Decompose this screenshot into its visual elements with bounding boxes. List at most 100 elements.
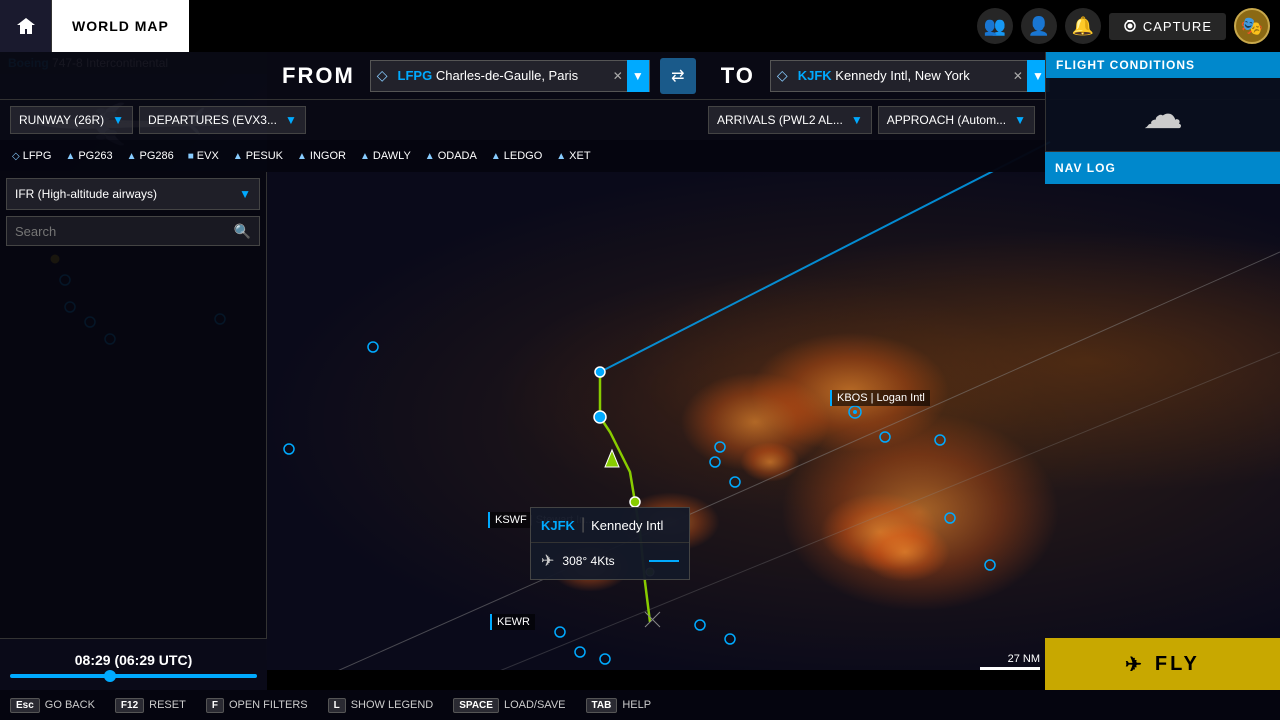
search-input[interactable] [15,224,234,239]
hotkeys-bar: Esc GO BACK F12RESET F OPEN FILTERS L SHOW LEG… [0,690,1280,720]
time-display: 08:29 (06:29 UTC) [10,652,257,668]
hotkey-key: Esc [10,698,40,713]
users-icon-button[interactable]: 👥 [977,8,1013,44]
hotkey-label: HELP [622,699,651,711]
swap-airports-button[interactable]: ⇄ [660,58,696,94]
time-slider[interactable] [10,674,257,678]
approach-select[interactable]: APPROACH (Autom... ▼ [878,106,1035,134]
left-panel: IFR (High-altitude airways) ▼ 🔍 [0,172,267,660]
hotkey-item: F12RESET [115,698,186,713]
cloud-icon: ☁ [1143,92,1183,138]
topbar: WORLD MAP 👥 👤 🔔 CAPTURE 🎭 [0,0,1280,52]
nm-bar [980,667,1040,670]
nav-log-panel[interactable]: NAV LOG [1045,152,1280,184]
capture-button[interactable]: CAPTURE [1109,13,1226,40]
airway-dropdown-icon: ▼ [239,187,251,201]
flight-conditions-content: ☁ [1046,78,1280,151]
nm-label: 27 NM [1008,653,1040,665]
user-icon-button[interactable]: 👤 [1021,8,1057,44]
to-label: TO [706,63,770,89]
hotkey-label: RESET [149,699,186,711]
waypoint-icon: ▲ [65,151,75,162]
waypoint-icon: ▲ [360,151,370,162]
hotkey-label: OPEN FILTERS [229,699,308,711]
waypoint-label: PG263 [78,150,112,162]
waypoint-item[interactable]: ▲XET [550,148,596,164]
from-dropdown-button[interactable]: ▼ [627,60,649,92]
nm-scale: 27 NM [980,653,1040,670]
hotkey-item: SPACE LOAD/SAVE [453,698,565,713]
popup-icao: KJFK [541,518,575,533]
time-bar: 08:29 (06:29 UTC) [0,638,267,690]
avatar[interactable]: 🎭 [1234,8,1270,44]
waypoint-icon: ▲ [297,151,307,162]
kbos-label: KBOS | Logan Intl [830,390,930,406]
hotkey-key: F [206,698,224,713]
waypoint-item[interactable]: ▲INGOR [291,148,352,164]
waypoint-label: LEDGO [504,150,543,162]
time-handle[interactable] [104,670,116,682]
hotkey-label: GO BACK [45,699,95,711]
from-waypoint-icon: ◇ [371,67,394,84]
waypoint-item[interactable]: ◇LFPG [6,148,57,164]
hotkey-key: SPACE [453,698,499,713]
waypoint-icon: ▲ [233,151,243,162]
waypoint-item[interactable]: ▲PG286 [121,148,180,164]
waypoint-label: PESUK [246,150,283,162]
flight-conditions-title: FLIGHT CONDITIONS [1046,52,1280,78]
hotkey-key: TAB [586,698,618,713]
waypoint-label: XET [569,150,590,162]
arrivals-dropdown-icon: ▼ [851,113,863,127]
popup-name: Kennedy Intl [591,518,663,533]
arrivals-select[interactable]: ARRIVALS (PWL2 AL... ▼ [708,106,872,134]
search-box: 🔍 [6,216,260,246]
waypoint-label: PG286 [140,150,174,162]
popup-wind: ✈ 308° 4Kts [531,543,689,579]
fly-button[interactable]: ✈ FLY [1045,638,1280,690]
waypoint-icon: ■ [188,151,194,162]
waypoint-icon: ◇ [12,151,20,162]
hotkey-key: L [328,698,346,713]
hotkey-item: Esc GO BACK [10,698,95,713]
from-airport-field[interactable]: ◇ LFPG Charles-de-Gaulle, Paris ✕ ▼ [370,60,650,92]
to-clear-button[interactable]: ✕ [1009,69,1027,83]
popup-header: KJFK | Kennedy Intl [531,508,689,543]
waypoint-item[interactable]: ▲DAWLY [354,148,417,164]
runway-select[interactable]: RUNWAY (26R) ▼ [10,106,133,134]
bell-icon-button[interactable]: 🔔 [1065,8,1101,44]
waypoint-label: LFPG [23,150,52,162]
waypoint-label: DAWLY [373,150,411,162]
to-airport-field[interactable]: ◇ KJFK Kennedy Intl, New York ✕ ▼ [770,60,1050,92]
waypoint-label: EVX [197,150,219,162]
waypoint-item[interactable]: ■EVX [182,148,225,164]
waypoint-icon: ▲ [425,151,435,162]
from-clear-button[interactable]: ✕ [609,69,627,83]
airport-popup: KJFK | Kennedy Intl ✈ 308° 4Kts [530,507,690,580]
waypoint-item[interactable]: ▲PG263 [59,148,118,164]
hotkey-label: SHOW LEGEND [351,699,434,711]
waypoint-label: ODADA [438,150,477,162]
to-airport-text: KJFK Kennedy Intl, New York [794,68,1009,83]
hotkey-label: LOAD/SAVE [504,699,566,711]
camera-icon [1123,19,1137,33]
hotkey-item: F OPEN FILTERS [206,698,308,713]
waypoint-icon: ▲ [127,151,137,162]
waypoint-item[interactable]: ▲LEDGO [485,148,548,164]
approach-dropdown-icon: ▼ [1014,113,1026,127]
runway-dropdown-icon: ▼ [112,113,124,127]
waypoint-icon: ▲ [491,151,501,162]
topbar-right: 👥 👤 🔔 CAPTURE 🎭 [977,8,1280,44]
waypoints-bar: ◇LFPG▲PG263▲PG286■EVX▲PESUK▲INGOR▲DAWLY▲… [0,140,1045,172]
airway-select[interactable]: IFR (High-altitude airways) ▼ [6,178,260,210]
waypoint-item[interactable]: ▲PESUK [227,148,289,164]
waypoint-item[interactable]: ▲ODADA [419,148,483,164]
world-map-tab[interactable]: WORLD MAP [52,0,189,52]
kewr-label: KEWR [490,614,535,630]
from-airport-text: LFPG Charles-de-Gaulle, Paris [394,68,609,83]
departures-select[interactable]: DEPARTURES (EVX3... ▼ [139,106,306,134]
search-icon: 🔍 [234,223,251,240]
flight-conditions-panel: FLIGHT CONDITIONS ☁ [1045,52,1280,152]
fly-plane-icon: ✈ [1125,652,1145,677]
departures-dropdown-icon: ▼ [285,113,297,127]
home-button[interactable] [0,0,52,52]
